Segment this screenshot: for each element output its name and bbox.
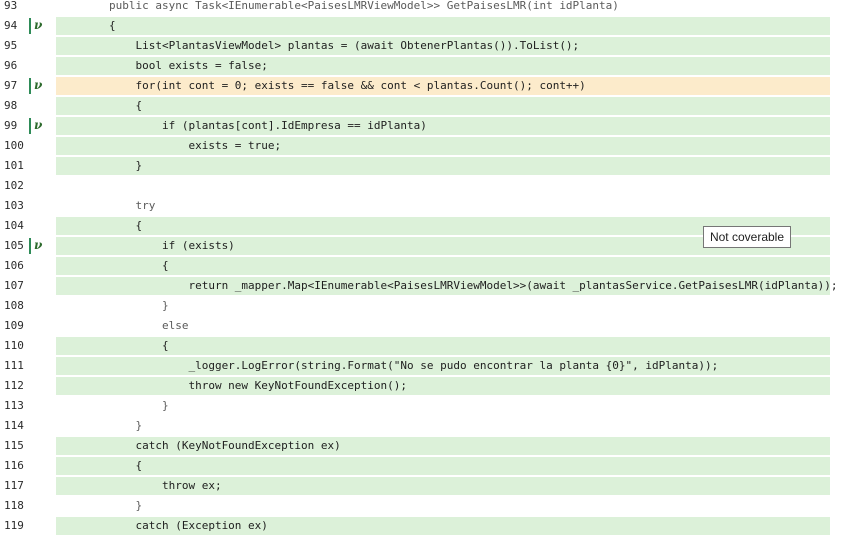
code-text: { [56,19,116,32]
line-number: 103 [4,199,24,212]
coverage-highlight [56,417,830,435]
not-coverable-tooltip: Not coverable [703,226,791,248]
branch-coverage-icon[interactable]: ν [29,118,47,134]
code-text: public async Task<IEnumerable<PaisesLMRV… [56,0,619,12]
line-number: 117 [4,479,24,492]
code-text: try [56,199,156,212]
code-text: List<PlantasViewModel> plantas = (await … [56,39,580,52]
code-line[interactable]: 102 [0,176,841,196]
code-line[interactable]: 114 } [0,416,841,436]
code-text: } [56,399,169,412]
coverage-highlight [56,177,830,195]
code-text: { [56,259,169,272]
coverage-highlight [56,17,830,35]
code-text: { [56,219,143,232]
line-number: 107 [4,279,24,292]
code-line[interactable]: 117 throw ex; [0,476,841,496]
line-number: 99 [4,119,18,132]
code-text: catch (KeyNotFoundException ex) [56,439,341,452]
coverage-highlight [56,457,830,475]
code-text: throw new KeyNotFoundException(); [56,379,407,392]
line-number: 119 [4,519,24,532]
coverage-highlight [56,297,830,315]
code-text: else [56,319,189,332]
line-number: 116 [4,459,24,472]
code-text: _logger.LogError(string.Format("No se pu… [56,359,719,372]
code-text: { [56,459,143,472]
code-line[interactable]: 110 { [0,336,841,356]
code-line[interactable]: 113 } [0,396,841,416]
code-text: } [56,499,143,512]
code-line[interactable]: 94 ν { [0,16,841,36]
line-number: 108 [4,299,24,312]
line-number: 105 [4,239,24,252]
code-line[interactable]: 107 return _mapper.Map<IEnumerable<Paise… [0,276,841,296]
code-text: throw ex; [56,479,222,492]
code-line[interactable]: 98 { [0,96,841,116]
code-line[interactable]: 108 } [0,296,841,316]
code-text: } [56,299,169,312]
coverage-highlight [56,257,830,275]
coverage-highlight [56,337,830,355]
code-text: { [56,99,143,112]
line-number: 98 [4,99,18,112]
branch-coverage-icon[interactable]: ν [29,18,47,34]
code-text: return _mapper.Map<IEnumerable<PaisesLMR… [56,279,838,292]
coverage-highlight [56,397,830,415]
code-line[interactable]: 95 List<PlantasViewModel> plantas = (awa… [0,36,841,56]
line-number: 100 [4,139,24,152]
code-text: bool exists = false; [56,59,268,72]
line-number: 97 [4,79,18,92]
code-line[interactable]: 99 ν if (plantas[cont].IdEmpresa == idPla… [0,116,841,136]
line-number: 104 [4,219,24,232]
code-line[interactable]: 116 { [0,456,841,476]
line-number: 111 [4,359,24,372]
code-line[interactable]: 112 throw new KeyNotFoundException(); [0,376,841,396]
code-text: catch (Exception ex) [56,519,268,532]
coverage-highlight [56,497,830,515]
line-number: 102 [4,179,24,192]
code-text: exists = true; [56,139,282,152]
line-number: 118 [4,499,24,512]
code-line[interactable]: 115 catch (KeyNotFoundException ex) [0,436,841,456]
coverage-highlight [56,157,830,175]
line-number: 96 [4,59,18,72]
code-line[interactable]: 111 _logger.LogError(string.Format("No s… [0,356,841,376]
line-number: 115 [4,439,24,452]
line-number: 101 [4,159,24,172]
code-line[interactable]: 106 { [0,256,841,276]
branch-coverage-icon[interactable]: ν [29,238,47,254]
code-line[interactable]: 119 catch (Exception ex) [0,516,841,536]
code-line[interactable]: 93 public async Task<IEnumerable<PaisesL… [0,0,841,16]
line-number: 112 [4,379,24,392]
line-number: 109 [4,319,24,332]
code-line[interactable]: 101 } [0,156,841,176]
code-line[interactable]: 97 ν for(int cont = 0; exists == false &&… [0,76,841,96]
code-coverage-view: 93 public async Task<IEnumerable<PaisesL… [0,0,841,536]
code-line[interactable]: 100 exists = true; [0,136,841,156]
line-number: 95 [4,39,18,52]
coverage-highlight [56,97,830,115]
coverage-highlight [56,197,830,215]
code-line[interactable]: 96 bool exists = false; [0,56,841,76]
code-text: { [56,339,169,352]
code-line[interactable]: 109 else [0,316,841,336]
line-number: 93 [4,0,18,12]
code-text: if (exists) [56,239,235,252]
line-number: 113 [4,399,24,412]
line-number: 110 [4,339,24,352]
code-text: } [56,419,143,432]
line-number: 94 [4,19,18,32]
code-text: } [56,159,143,172]
branch-coverage-icon[interactable]: ν [29,78,47,94]
code-text: if (plantas[cont].IdEmpresa == idPlanta) [56,119,427,132]
code-text: for(int cont = 0; exists == false && con… [56,79,586,92]
code-line[interactable]: 118 } [0,496,841,516]
code-line[interactable]: 103 try [0,196,841,216]
line-number: 114 [4,419,24,432]
line-number: 106 [4,259,24,272]
